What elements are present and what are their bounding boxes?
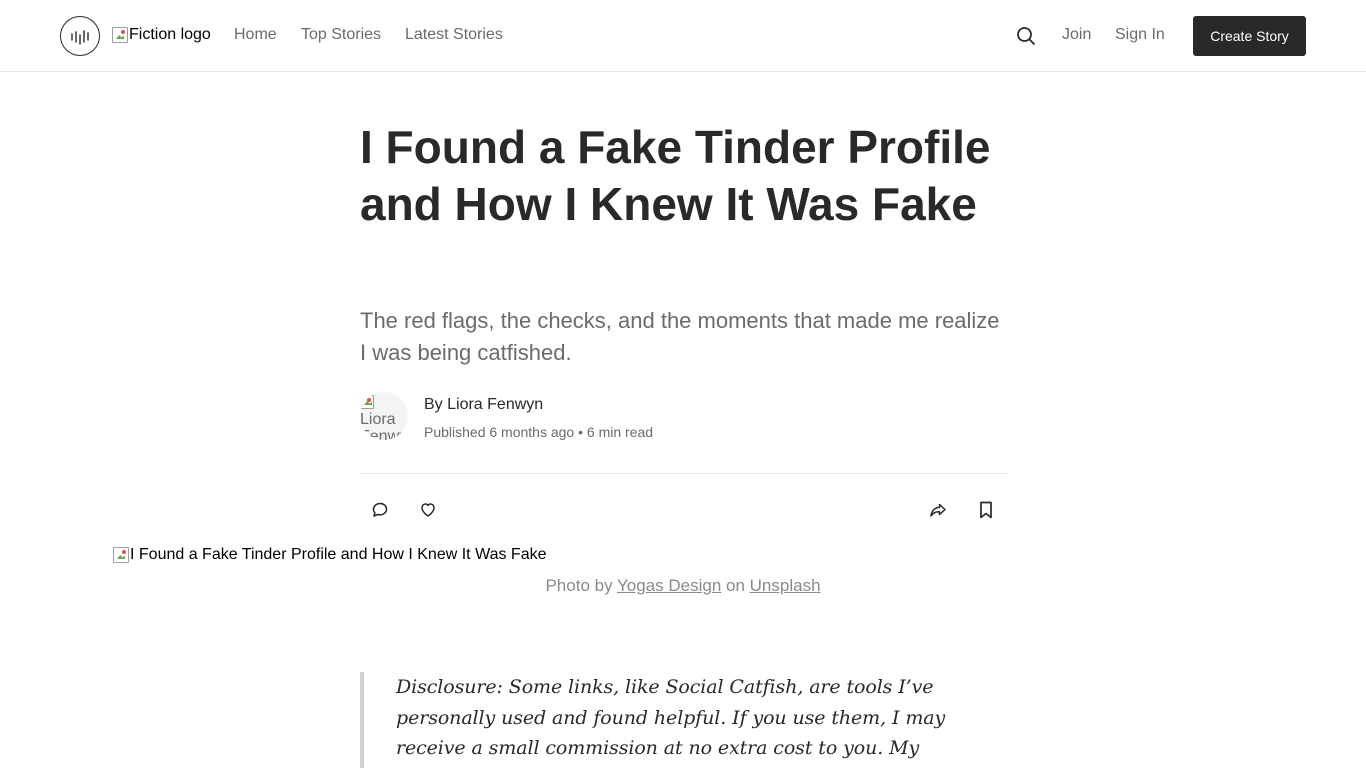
broken-image-icon xyxy=(113,547,129,563)
share-icon[interactable] xyxy=(928,500,948,520)
divider xyxy=(360,473,1007,474)
publish-meta: Published 6 months ago • 6 min read xyxy=(424,424,654,440)
search-icon[interactable] xyxy=(1015,25,1037,47)
disclosure-quote: Disclosure: Some links, like Social Catf… xyxy=(360,672,1010,768)
nav-latest-stories-link[interactable]: Latest Stories xyxy=(405,26,503,44)
photographer-link[interactable]: Yogas Design xyxy=(617,576,721,595)
create-story-button[interactable]: Create Story xyxy=(1193,16,1306,56)
unsplash-link[interactable]: Unsplash xyxy=(750,576,821,595)
caption-middle: on xyxy=(721,576,750,595)
site-header: Fiction logo Home Top Stories Latest Sto… xyxy=(0,0,1366,72)
audio-bars-logo-icon xyxy=(71,30,89,45)
comment-icon[interactable] xyxy=(370,500,390,520)
fiction-logo-image[interactable]: Fiction logo xyxy=(112,26,211,44)
logo-icon[interactable] xyxy=(60,16,100,56)
article-title: I Found a Fake Tinder Profile and How I … xyxy=(360,121,991,230)
bookmark-icon[interactable] xyxy=(976,500,996,520)
broken-image-icon xyxy=(112,27,128,43)
nav-home-link[interactable]: Home xyxy=(234,26,277,44)
photo-caption: Photo by Yogas Design on Unsplash xyxy=(0,576,1366,596)
join-link[interactable]: Join xyxy=(1062,26,1091,44)
logo-alt-text: Fiction logo xyxy=(129,26,211,43)
hero-alt-text: I Found a Fake Tinder Profile and How I … xyxy=(130,546,547,563)
broken-image-icon xyxy=(360,395,374,409)
sign-in-link[interactable]: Sign In xyxy=(1115,26,1165,44)
hero-image: I Found a Fake Tinder Profile and How I … xyxy=(113,546,546,564)
author-avatar[interactable]: Liora Fenwyn xyxy=(360,392,408,440)
disclosure-text: Disclosure: Some links, like Social Catf… xyxy=(396,676,946,768)
article-subtitle: The red flags, the checks, and the momen… xyxy=(360,308,1000,365)
author-name[interactable]: By Liora Fenwyn xyxy=(424,396,543,414)
avatar-alt-text: Liora Fenwyn xyxy=(360,411,408,440)
caption-prefix: Photo by xyxy=(545,576,617,595)
nav-top-stories-link[interactable]: Top Stories xyxy=(301,26,381,44)
heart-icon[interactable] xyxy=(418,500,438,520)
